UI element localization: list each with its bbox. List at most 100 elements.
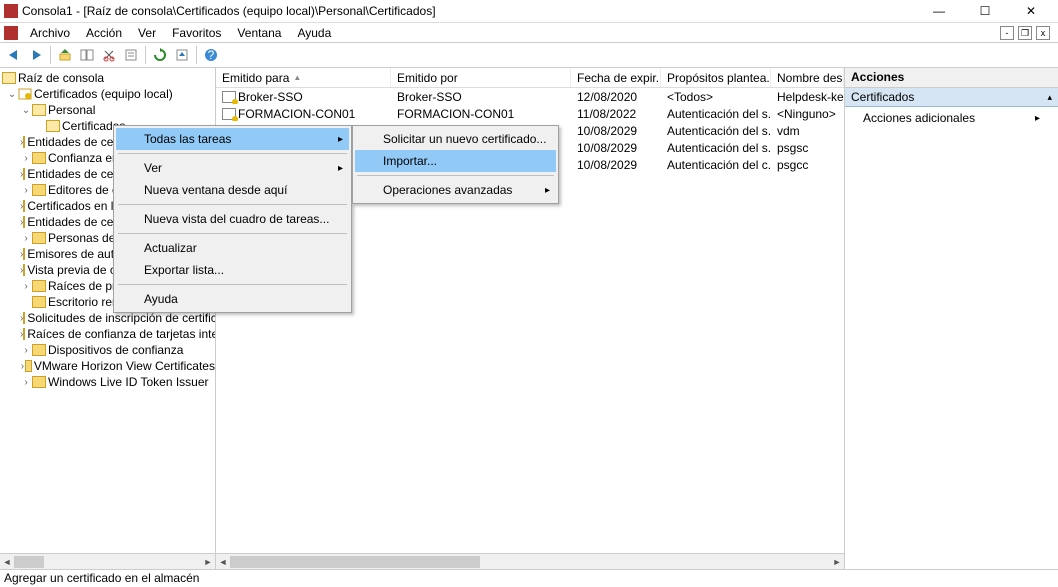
forward-button[interactable] [26,45,46,65]
folder-icon [2,72,16,84]
expand-icon[interactable]: › [20,233,32,244]
actions-additional[interactable]: Acciones adicionales ▸ [845,107,1058,129]
column-emitido-para-label: Emitido para [222,71,289,85]
table-row[interactable]: FORMACION-CON01 FORMACION-CON01 11/08/20… [216,105,844,122]
close-button[interactable]: ✕ [1016,4,1046,18]
column-fecha-label: Fecha de expir... [577,71,661,85]
column-propositos[interactable]: Propósitos plantea... [661,68,771,87]
folder-icon [23,168,25,180]
ctx-importar-label: Importar... [383,154,437,168]
submenu-arrow-icon: ▸ [545,185,550,196]
menu-ver[interactable]: Ver [130,26,164,40]
ctx-operaciones-avanzadas-label: Operaciones avanzadas [383,183,512,197]
folder-icon [32,104,46,116]
collapse-icon[interactable]: ⌄ [6,89,18,100]
ctx-ver[interactable]: Ver ▸ [116,157,349,179]
menu-ventana[interactable]: Ventana [229,26,289,40]
app-icon [4,4,18,18]
folder-icon [25,360,32,372]
mdi-close-button[interactable]: x [1036,26,1050,40]
column-nombre[interactable]: Nombre desc [771,68,844,87]
column-nombre-label: Nombre desc [777,71,844,85]
table-row[interactable]: Broker-SSO Broker-SSO 12/08/2020 <Todos>… [216,88,844,105]
ctx-importar[interactable]: Importar... [355,150,556,172]
menu-accion[interactable]: Acción [78,26,130,40]
export-list-button[interactable] [172,45,192,65]
ctx-nueva-ventana[interactable]: Nueva ventana desde aquí [116,179,349,201]
show-hide-tree-button[interactable] [77,45,97,65]
expand-icon[interactable]: › [20,153,32,164]
folder-icon [32,184,46,196]
cell-nombre: Helpdesk-key [771,90,844,104]
list-horizontal-scrollbar[interactable]: ◄ ► [216,553,844,569]
expand-icon[interactable]: › [20,185,32,196]
maximize-button[interactable]: ☐ [970,4,1000,18]
scrollbar-thumb[interactable] [14,556,44,568]
menu-separator [118,204,347,205]
cut-button[interactable] [99,45,119,65]
actions-header: Acciones [845,68,1058,88]
cell-fecha: 12/08/2020 [571,90,661,104]
submenu-arrow-icon: ▸ [338,134,343,145]
ctx-solicitar-certificado-label: Solicitar un nuevo certificado... [383,132,546,146]
certificate-snapin-icon [18,88,32,100]
svg-text:?: ? [208,48,215,62]
scroll-right-arrow-icon[interactable]: ► [830,554,844,570]
ctx-todas-tareas[interactable]: Todas las tareas ▸ [116,128,349,150]
tree-item[interactable]: ›VMware Horizon View Certificates [0,358,215,374]
actions-section-label: Certificados [851,90,914,104]
expand-icon[interactable]: › [20,345,32,356]
ctx-nueva-vista-label: Nueva vista del cuadro de tareas... [144,212,329,226]
toolbar: ? [0,42,1058,68]
collapse-icon[interactable]: ⌄ [20,105,32,116]
tree-horizontal-scrollbar[interactable]: ◄ ► [0,553,215,569]
ctx-operaciones-avanzadas[interactable]: Operaciones avanzadas ▸ [355,179,556,201]
ctx-solicitar-certificado[interactable]: Solicitar un nuevo certificado... [355,128,556,150]
menu-ayuda[interactable]: Ayuda [289,26,339,40]
cell-emitido-por: Broker-SSO [391,90,571,104]
mdi-minimize-button[interactable]: - [1000,26,1014,40]
column-emitido-por[interactable]: Emitido por [391,68,571,87]
cell-propositos: <Todos> [661,90,771,104]
tree-item[interactable]: ›Windows Live ID Token Issuer [0,374,215,390]
folder-icon [32,296,46,308]
expand-icon[interactable]: › [20,281,32,292]
window-title: Consola1 - [Raíz de consola\Certificados… [22,4,924,18]
expand-icon[interactable]: › [20,377,32,388]
properties-button[interactable] [121,45,141,65]
list-header: Emitido para▲ Emitido por Fecha de expir… [216,68,844,88]
tree-snapin[interactable]: ⌄ Certificados (equipo local) [0,86,215,102]
help-button[interactable]: ? [201,45,221,65]
column-fecha[interactable]: Fecha de expir... [571,68,661,87]
cell-emitido-por: FORMACION-CON01 [391,107,571,121]
scroll-left-arrow-icon[interactable]: ◄ [216,554,230,570]
tree-item[interactable]: ›Dispositivos de confianza [0,342,215,358]
cell-emitido-para: Broker-SSO [238,90,303,104]
ctx-ayuda[interactable]: Ayuda [116,288,349,310]
actions-section[interactable]: Certificados ▴ [845,88,1058,107]
menu-favoritos[interactable]: Favoritos [164,26,229,40]
minimize-button[interactable]: — [924,4,954,18]
tree-item-label: Solicitudes de inscripción de certificad… [27,311,215,325]
tree-root[interactable]: Raíz de consola [0,70,215,86]
tree-item[interactable]: ›Raíces de confianza de tarjetas intelig… [0,326,215,342]
ctx-actualizar[interactable]: Actualizar [116,237,349,259]
ctx-exportar-lista[interactable]: Exportar lista... [116,259,349,281]
ctx-ver-label: Ver [144,161,162,175]
scrollbar-thumb[interactable] [230,556,480,568]
column-emitido-para[interactable]: Emitido para▲ [216,68,391,87]
tree-personal[interactable]: ⌄ Personal [0,102,215,118]
ctx-nueva-vista[interactable]: Nueva vista del cuadro de tareas... [116,208,349,230]
folder-icon [23,328,25,340]
collapse-up-icon: ▴ [1047,92,1052,103]
scroll-left-arrow-icon[interactable]: ◄ [0,554,14,569]
up-button[interactable] [55,45,75,65]
scroll-right-arrow-icon[interactable]: ► [201,554,215,569]
actions-additional-label: Acciones adicionales [863,111,975,125]
cell-nombre: vdm [771,124,844,138]
mdi-restore-button[interactable]: ❐ [1018,26,1032,40]
cell-nombre: psgsc [771,141,844,155]
menu-archivo[interactable]: Archivo [22,26,78,40]
back-button[interactable] [4,45,24,65]
refresh-button[interactable] [150,45,170,65]
